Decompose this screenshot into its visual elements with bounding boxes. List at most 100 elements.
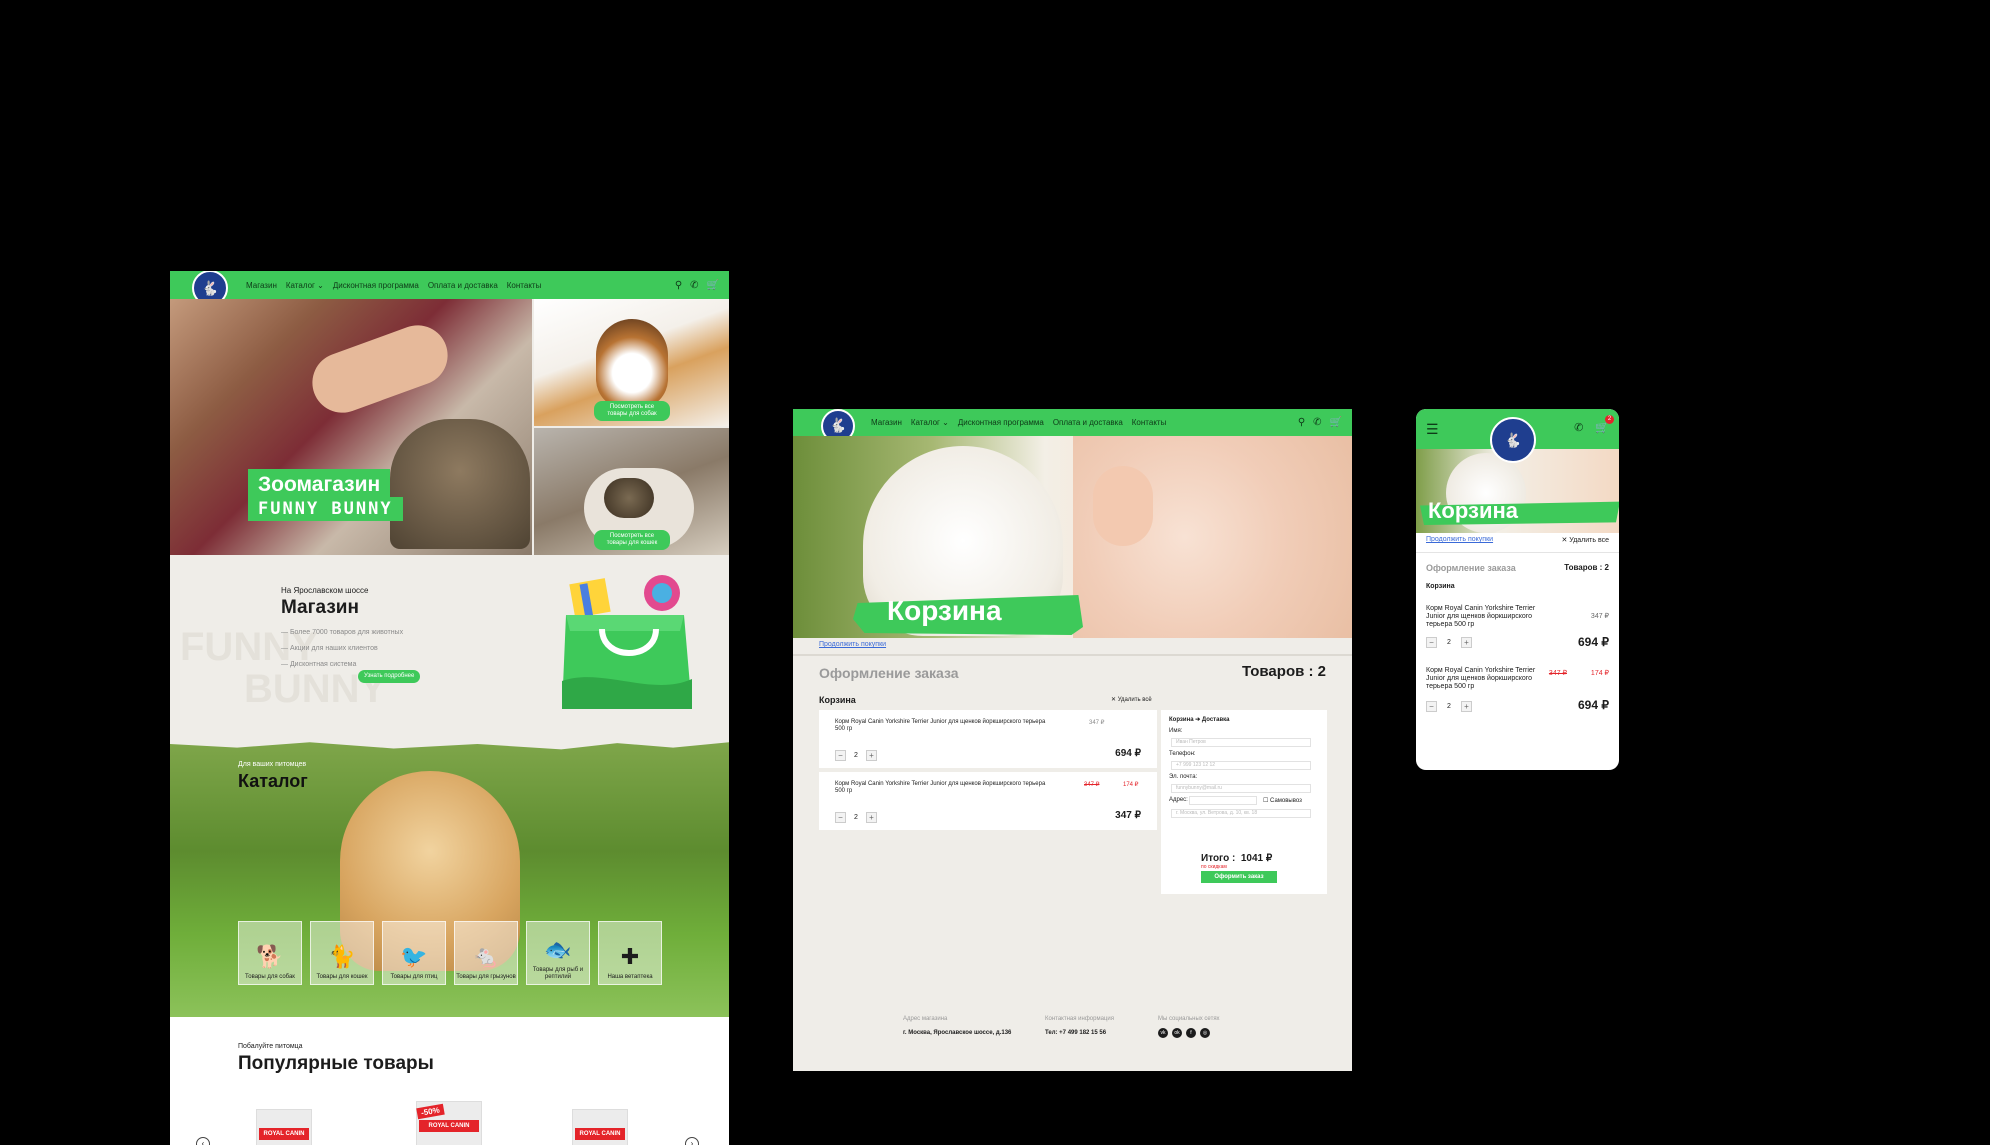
cart-icon[interactable]: 🛒 <box>707 280 719 291</box>
address-short-field[interactable] <box>1189 796 1257 805</box>
minus-icon[interactable]: − <box>1426 637 1437 648</box>
nav-catalog[interactable]: Каталог ⌄ <box>911 418 949 427</box>
item-old-price: 347 ₽ <box>1084 782 1100 788</box>
cart-page-frame: 🐇 Магазин Каталог ⌄ Дисконтная программа… <box>793 409 1352 1071</box>
item-price: 347 ₽ <box>1089 720 1105 726</box>
divider <box>1416 552 1619 553</box>
vk-icon[interactable]: vk <box>1158 1028 1168 1038</box>
nav-contacts[interactable]: Контакты <box>507 281 542 290</box>
nav-contacts[interactable]: Контакты <box>1132 418 1167 427</box>
cat-icon: 🐈 <box>328 944 356 969</box>
nav-discount[interactable]: Дисконтная программа <box>333 281 419 290</box>
item-sale-price: 174 ₽ <box>1123 782 1139 788</box>
cart-icon[interactable]: 🛒 <box>1330 417 1342 428</box>
cart-icon[interactable]: 🛒 2 <box>1595 415 1614 434</box>
cart-count-badge: 2 <box>1605 415 1614 424</box>
item-name[interactable]: Корм Royal Canin Yorkshire Terrier Junio… <box>1426 605 1551 629</box>
item-qty: 2 <box>854 814 858 821</box>
nav-shop[interactable]: Магазин <box>246 281 277 290</box>
facebook-icon[interactable]: f <box>1186 1028 1196 1038</box>
continue-shopping-link[interactable]: Продолжить покупки <box>1426 536 1493 543</box>
mobile-header-icons: ✆ 🛒 2 <box>1574 415 1614 434</box>
cart-item: Корм Royal Canin Yorkshire Terrier Junio… <box>819 710 1157 768</box>
item-name[interactable]: Корм Royal Canin Yorkshire Terrier Junio… <box>835 781 1055 795</box>
item-total: 694 ₽ <box>1578 698 1609 712</box>
hero-cat2-image: Посмотреть все товары для кошек <box>534 428 729 555</box>
item-old-price: 347 ₽ <box>1548 670 1567 677</box>
vet-icon: ✚ <box>620 944 640 969</box>
item-name[interactable]: Корм Royal Canin Yorkshire Terrier Junio… <box>835 719 1055 733</box>
name-field[interactable]: Иван Петров <box>1171 738 1311 747</box>
minus-icon[interactable]: − <box>1426 701 1437 712</box>
name-label: Имя: <box>1169 728 1183 734</box>
shop-subtitle: На Ярославском шоссе <box>281 586 369 595</box>
product-card[interactable]: ROYAL CANIN <box>572 1109 628 1145</box>
quantity-stepper: − 2 + <box>835 812 877 823</box>
search-icon[interactable]: ⚲ <box>1298 417 1305 428</box>
shopping-bag-icon <box>562 575 692 709</box>
email-field[interactable]: funnybunny@mail.ru <box>1171 784 1311 793</box>
nav-discount[interactable]: Дисконтная программа <box>958 418 1044 427</box>
order-total: Итого : 1041 ₽ по скидкам <box>1201 853 1273 870</box>
minus-icon[interactable]: − <box>835 812 846 823</box>
dogs-button[interactable]: Посмотреть все товары для собак <box>594 401 670 421</box>
minus-icon[interactable]: − <box>835 750 846 761</box>
address-label: Адрес: <box>1169 797 1188 803</box>
cats-button[interactable]: Посмотреть все товары для кошек <box>594 530 670 550</box>
plus-icon[interactable]: + <box>1460 701 1472 712</box>
catalog-tile-birds[interactable]: 🐦 Товары для птиц <box>382 921 446 985</box>
email-label: Эл. почта: <box>1169 774 1198 780</box>
nav-shop[interactable]: Магазин <box>871 418 902 427</box>
plus-icon[interactable]: + <box>1460 637 1472 648</box>
place-order-button[interactable]: Оформить заказ <box>1201 871 1277 883</box>
plus-icon[interactable]: + <box>865 812 877 823</box>
item-name[interactable]: Корм Royal Canin Yorkshire Terrier Junio… <box>1426 667 1551 691</box>
logo[interactable]: 🐇 <box>1490 417 1536 463</box>
continue-shopping-link[interactable]: Продолжить покупки <box>819 641 886 648</box>
hamburger-menu-icon[interactable]: ☰ <box>1426 421 1439 438</box>
nav-delivery[interactable]: Оплата и доставка <box>1053 418 1123 427</box>
slider-next-icon[interactable]: › <box>685 1137 699 1145</box>
nav-delivery[interactable]: Оплата и доставка <box>428 281 498 290</box>
hero-dog-image: Посмотреть все товары для собак <box>534 299 729 426</box>
shop-title: Магазин <box>281 597 359 618</box>
fish-icon: 🐟 <box>544 937 572 962</box>
address-field[interactable]: г. Москва, ул. Ветрова, д. 10, кв. 18 <box>1171 809 1311 818</box>
search-icon[interactable]: ⚲ <box>675 280 682 291</box>
catalog-tile-cats[interactable]: 🐈 Товары для кошек <box>310 921 374 985</box>
item-total: 694 ₽ <box>1578 635 1609 649</box>
cart-label: Корзина <box>1426 583 1455 590</box>
product-card[interactable]: ROYAL CANIN -50% <box>416 1101 482 1145</box>
plus-icon[interactable]: + <box>865 750 877 761</box>
nav-catalog[interactable]: Каталог ⌄ <box>286 281 324 290</box>
pickup-checkbox[interactable]: ☐ Самовывоз <box>1263 797 1302 804</box>
phone-icon[interactable]: ✆ <box>1313 417 1321 428</box>
bunny-logo-icon: 🐇 <box>829 417 847 433</box>
catalog-tile-rodents[interactable]: 🐁 Товары для грызунов <box>454 921 518 985</box>
catalog-tile-fish[interactable]: 🐟 Товары для рыб и рептилий <box>526 921 590 985</box>
delete-all-button[interactable]: ✕ Удалить все <box>1561 536 1609 544</box>
instagram-icon[interactable]: ◎ <box>1200 1028 1210 1038</box>
footer-social: Мы социальных сетях vk ok f ◎ <box>1158 1016 1220 1038</box>
delivery-form: Корзина ➔ Доставка Имя: Иван Петров Теле… <box>1161 710 1327 894</box>
product-card[interactable]: ROYAL CANIN <box>256 1109 312 1145</box>
shop-bullet: — Акции для наших клиентов <box>281 645 378 652</box>
phone-icon[interactable]: ✆ <box>1574 421 1583 434</box>
slider-prev-icon[interactable]: ‹ <box>196 1137 210 1145</box>
phone-icon[interactable]: ✆ <box>690 280 698 291</box>
catalog-tile-dogs[interactable]: 🐕 Товары для собак <box>238 921 302 985</box>
mobile-cart-frame: ☰ 🐇 ✆ 🛒 2 Корзина Продолжить покупки ✕ Уд… <box>1416 409 1619 770</box>
catalog-tile-vet[interactable]: ✚ Наша ветаптека <box>598 921 662 985</box>
phone-label: Телефон: <box>1169 751 1196 757</box>
dog-icon: 🐕 <box>256 944 284 969</box>
cart-header: 🐇 Магазин Каталог ⌄ Дисконтная программа… <box>793 409 1352 443</box>
goods-count: Товаров : 2 <box>1564 563 1609 572</box>
shop-bullet: — Более 7000 товаров для животных <box>281 629 404 636</box>
ok-icon[interactable]: ok <box>1172 1028 1182 1038</box>
shop-more-button[interactable]: Узнать подробнее <box>358 670 421 683</box>
phone-field[interactable]: +7 999 123 12 12 <box>1171 761 1311 770</box>
home-header: 🐇 Магазин Каталог ⌄ Дисконтная программа… <box>170 271 729 306</box>
delete-all-button[interactable]: ✕ Удалить всё <box>1111 696 1152 703</box>
popular-section: Побалуйте питомца Популярные товары ROYA… <box>170 1017 729 1145</box>
shop-bullets: — Более 7000 товаров для животных — Акци… <box>281 625 403 673</box>
